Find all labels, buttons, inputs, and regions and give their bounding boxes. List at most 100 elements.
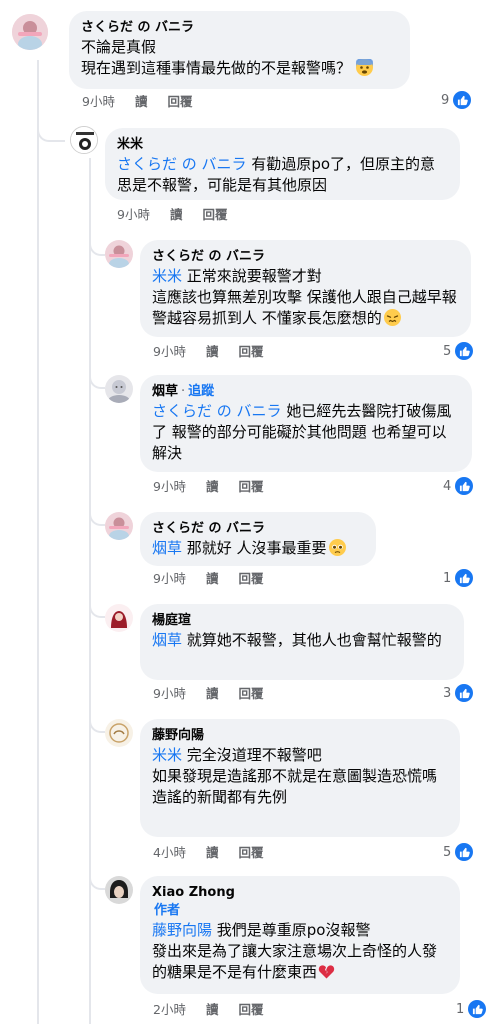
comment-bubble[interactable]: さくらだ の バニラ 米米 正常來說要報警才對 這應該也算無差別攻擊 保護他人跟… [140,240,471,337]
comment-author[interactable]: 楊庭瑄 [152,612,452,630]
like-count[interactable]: 5 [443,342,474,360]
reply-link[interactable]: 回覆 [238,686,263,701]
reply-link[interactable]: 回覆 [238,479,263,494]
thread-line-main [37,60,39,1024]
comment-line: 現在遇到這種事情最先做的不是報警嗎？ [81,59,352,77]
pleading-face-icon [328,539,346,556]
avatar-image [105,240,133,268]
like-count[interactable]: 4 [443,477,474,495]
reply-link[interactable]: 回覆 [238,344,263,359]
comment-text: さくらだ の バニラ 有勸過原po了，但原主的意思是不報警，可能是有其他原因 [117,154,448,196]
comment-time[interactable]: 9小時 [153,344,186,359]
thread-connector [89,594,105,618]
comment-time[interactable]: 2小時 [153,1002,186,1017]
avatar[interactable] [105,719,133,747]
read-link[interactable]: 讀 [206,845,219,860]
comment-time[interactable]: 9小時 [153,479,186,494]
comment-text: 藤野向陽 我們是尊重原po沒報警 發出來是為了讓大家注意場次上奇怪的人發的糖果是… [152,920,448,983]
read-link[interactable]: 讀 [206,344,219,359]
comment-bubble[interactable]: さくらだ の バニラ 烟草 那就好 人沒事最重要 [140,512,376,566]
avatar[interactable] [105,876,133,904]
comment-bubble[interactable]: 米米 さくらだ の バニラ 有勸過原po了，但原主的意思是不報警，可能是有其他原… [105,128,460,200]
read-link[interactable]: 讀 [170,207,183,222]
read-link[interactable]: 讀 [206,1002,219,1017]
author-badge: 作者 [154,903,181,918]
mention-link[interactable]: 藤野向陽 [152,921,212,939]
comment-meta: 9小時 讀 回覆 [153,344,283,360]
comment-time[interactable]: 9小時 [82,94,115,109]
comment-time[interactable]: 9小時 [153,686,186,701]
thumbs-up-icon [453,91,472,109]
thread-connector [89,866,105,890]
mention-link[interactable]: 米米 [152,267,182,285]
avatar-image [71,127,97,153]
thumbs-up-icon [455,342,474,360]
read-link[interactable]: 讀 [206,686,219,701]
avatar[interactable] [105,512,133,540]
thread-line-nested [89,158,91,1024]
reply-link[interactable]: 回覆 [238,845,263,860]
separator-dot: · [181,384,186,399]
read-link[interactable]: 讀 [206,479,219,494]
avatar-image [105,512,133,540]
avatar[interactable] [70,126,98,154]
like-count-number: 5 [443,844,452,860]
comment-text: さくらだ の バニラ 她已經先去醫院打破傷風了 報警的部分可能礙於其他問題 也希… [152,401,460,464]
avatar[interactable] [105,240,133,268]
fearful-face-icon [355,56,373,76]
comment-body: 完全沒道理不報警吧 如果發現是造謠那不就是在意圖製造恐慌嗎 造謠的新聞都有先例 [152,746,438,806]
comment-bubble[interactable]: 楊庭瑄 烟草 就算她不報警，其他人也會幫忙報警的 [140,604,464,680]
comment-time[interactable]: 4小時 [153,845,186,860]
comment-body: 就算她不報警，其他人也會幫忙報警的 [182,631,442,649]
comment-text: 米米 完全沒道理不報警吧 如果發現是造謠那不就是在意圖製造恐慌嗎 造謠的新聞都有… [152,745,448,808]
like-count[interactable]: 1 [443,569,474,587]
comment-author[interactable]: さくらだ の バニラ [152,520,364,538]
comment-author[interactable]: 米米 [117,136,448,154]
mention-link[interactable]: さくらだ の バニラ [117,155,247,173]
thread-connector [89,709,105,733]
persevering-face-icon [383,309,401,326]
thumbs-up-icon [455,843,474,861]
avatar[interactable] [105,375,133,403]
read-link[interactable]: 讀 [135,94,148,109]
comment-bubble[interactable]: 烟草 · 追蹤 さくらだ の バニラ 她已經先去醫院打破傷風了 報警的部分可能礙於其… [140,375,472,472]
comment-time[interactable]: 9小時 [117,207,150,222]
thread-connector [89,365,105,389]
comment-body: 正常來說要報警才對 這應該也算無差別攻擊 保護他人跟自己越早報警越容易抓到人 不… [152,267,457,327]
reply-link[interactable]: 回覆 [238,571,263,586]
comment-author[interactable]: さくらだ の バニラ [152,248,459,266]
avatar-image [105,876,133,904]
comment-bubble[interactable]: さくらだ の バニラ 不論是真假 現在遇到這種事情最先做的不是報警嗎？ [69,11,410,89]
like-count[interactable]: 9 [441,91,472,109]
read-link[interactable]: 讀 [206,571,219,586]
like-count[interactable]: 3 [443,684,474,702]
comment-text: 米米 正常來說要報警才對 這應該也算無差別攻擊 保護他人跟自己越早報警越容易抓到… [152,266,459,329]
comment-time[interactable]: 9小時 [153,571,186,586]
avatar[interactable] [12,14,48,50]
mention-link[interactable]: 烟草 [152,539,182,557]
like-count-number: 4 [443,478,452,494]
thumbs-up-icon [455,569,474,587]
like-count[interactable]: 1 [456,1000,487,1018]
avatar[interactable] [105,604,133,632]
mention-link[interactable]: 烟草 [152,631,182,649]
reply-link[interactable]: 回覆 [238,1002,263,1017]
comment-author[interactable]: さくらだ の バニラ [81,19,398,37]
comment-author[interactable]: 藤野向陽 [152,727,448,745]
reply-link[interactable]: 回覆 [202,207,227,222]
comment-author: 烟草 · 追蹤 [152,383,460,401]
follow-link[interactable]: 追蹤 [188,384,214,399]
comment-bubble[interactable]: Xiao Zhong 作者 藤野向陽 我們是尊重原po沒報警 發出來是為了讓大家… [140,876,460,994]
comment-author[interactable]: Xiao Zhong [152,884,448,902]
comment-meta: 9小時 讀 回覆 [153,571,283,587]
reply-link[interactable]: 回覆 [167,94,192,109]
like-count[interactable]: 5 [443,843,474,861]
comment-author-name[interactable]: 烟草 [152,384,178,399]
comment-text: 烟草 就算她不報警，其他人也會幫忙報警的 [152,630,452,651]
mention-link[interactable]: さくらだ の バニラ [152,402,282,420]
mention-link[interactable]: 米米 [152,746,182,764]
like-count-number: 5 [443,343,452,359]
thread-connector [89,502,105,526]
comment-bubble[interactable]: 藤野向陽 米米 完全沒道理不報警吧 如果發現是造謠那不就是在意圖製造恐慌嗎 造謠… [140,719,460,837]
thread-connector [37,120,65,142]
